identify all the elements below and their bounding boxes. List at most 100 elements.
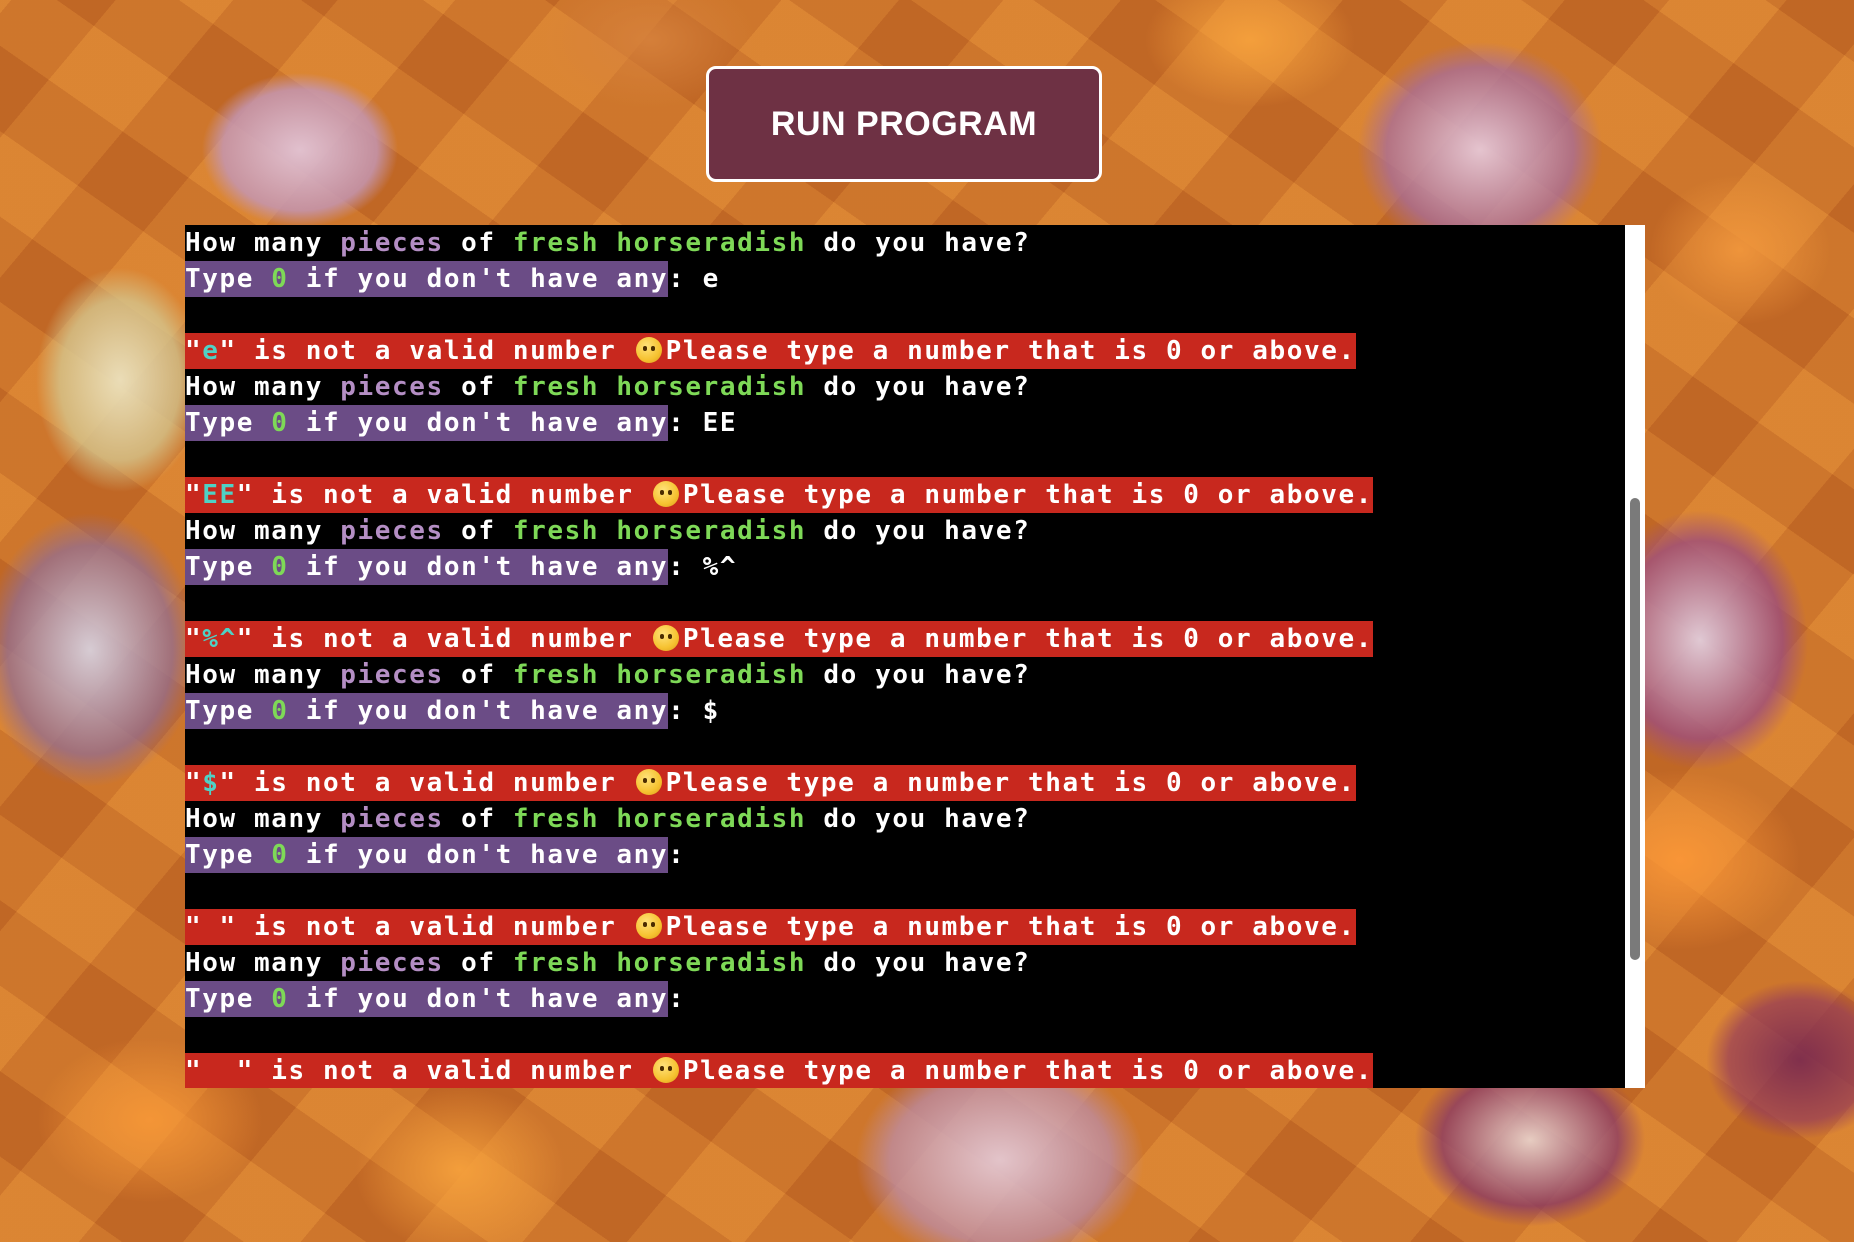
error-input-value: %^ [202,624,237,654]
prompt-rest: if you don't have any [288,552,669,582]
question-pieces: pieces [340,516,444,546]
question-text-2: of [443,948,513,978]
error-line: "$" is not a valid number Please type a … [185,765,1625,801]
question-fresh-horseradish: fresh horseradish [512,372,807,402]
question-text-1: How many [185,660,341,690]
question-text-2: of [443,660,513,690]
error-please-text: Please type a number that is 0 or above. [682,624,1374,654]
user-input: $ [702,696,720,726]
error-input-value: EE [202,480,237,510]
prompt-type-word: Type [185,408,272,438]
question-line: How many pieces of fresh horseradish do … [185,513,1625,549]
question-text-2: of [443,516,513,546]
prompt-type-word: Type [185,984,272,1014]
scrollbar-thumb[interactable] [1630,498,1640,960]
prompt-zero: 0 [271,264,289,294]
question-pieces: pieces [340,228,444,258]
prompt-line: Type 0 if you don't have any: [185,981,1625,1017]
prompt-colon: : [668,696,686,726]
question-pieces: pieces [340,804,444,834]
question-fresh-horseradish: fresh horseradish [512,660,807,690]
question-pieces: pieces [340,660,444,690]
prompt-colon: : [668,408,686,438]
question-text-1: How many [185,372,341,402]
thinking-face-icon [635,769,662,795]
question-text-2: of [443,228,513,258]
prompt-colon: : [668,552,686,582]
prompt-rest: if you don't have any [288,984,669,1014]
question-pieces: pieces [340,948,444,978]
error-input-value: $ [202,768,220,798]
question-text-3: do you have? [806,804,1031,834]
prompt-rest: if you don't have any [288,264,669,294]
prompt-line: Type 0 if you don't have any: %^ [185,549,1625,585]
question-fresh-horseradish: fresh horseradish [512,804,807,834]
user-input: EE [702,408,738,438]
error-please-text: Please type a number that is 0 or above. [682,1056,1374,1086]
question-line: How many pieces of fresh horseradish do … [185,225,1625,261]
question-line: How many pieces of fresh horseradish do … [185,657,1625,693]
run-program-button[interactable]: RUN PROGRAM [706,66,1102,182]
prompt-line: Type 0 if you don't have any: $ [185,693,1625,729]
terminal-output: How many pieces of fresh horseradish do … [185,225,1625,1088]
prompt-colon: : [668,264,686,294]
terminal-scrollbar[interactable] [1625,225,1645,1088]
thinking-face-icon [652,625,679,651]
question-text-1: How many [185,516,341,546]
error-line: " " is not a valid number Please type a … [185,909,1625,945]
question-line: How many pieces of fresh horseradish do … [185,945,1625,981]
question-text-2: of [443,372,513,402]
terminal[interactable]: How many pieces of fresh horseradish do … [185,225,1645,1088]
question-fresh-horseradish: fresh horseradish [512,228,807,258]
prompt-zero: 0 [271,408,289,438]
error-input-value [202,1056,237,1086]
user-input: e [702,264,720,294]
error-input-value: e [202,336,220,366]
error-please-text: Please type a number that is 0 or above. [665,336,1356,366]
error-not-valid-text: " is not a valid number [219,336,634,366]
question-text-1: How many [185,804,341,834]
user-input: %^ [702,552,738,582]
question-text-3: do you have? [806,660,1031,690]
question-pieces: pieces [340,372,444,402]
question-text-3: do you have? [806,516,1031,546]
prompt-type-word: Type [185,264,272,294]
prompt-type-word: Type [185,840,272,870]
prompt-rest: if you don't have any [288,840,669,870]
error-please-text: Please type a number that is 0 or above. [665,912,1356,942]
error-line: " " is not a valid number Please type a … [185,1053,1625,1088]
question-line: How many pieces of fresh horseradish do … [185,801,1625,837]
error-not-valid-text: " is not a valid number [219,768,634,798]
error-please-text: Please type a number that is 0 or above. [665,768,1356,798]
prompt-line: Type 0 if you don't have any: EE [185,405,1625,441]
question-text-3: do you have? [806,228,1031,258]
thinking-face-icon [652,1057,679,1083]
question-line: How many pieces of fresh horseradish do … [185,369,1625,405]
prompt-type-word: Type [185,696,272,726]
prompt-zero: 0 [271,840,289,870]
question-text-1: How many [185,948,341,978]
prompt-zero: 0 [271,552,289,582]
error-not-valid-text: " is not a valid number [236,480,651,510]
prompt-type-word: Type [185,552,272,582]
prompt-rest: if you don't have any [288,408,669,438]
error-input-value [202,912,219,942]
question-fresh-horseradish: fresh horseradish [512,516,807,546]
prompt-colon: : [668,984,686,1014]
prompt-zero: 0 [271,984,289,1014]
user-input [703,837,720,873]
error-line: "%^" is not a valid number Please type a… [185,621,1625,657]
question-text-1: How many [185,228,341,258]
prompt-colon: : [668,840,686,870]
question-fresh-horseradish: fresh horseradish [512,948,807,978]
error-not-valid-text: " is not a valid number [236,624,651,654]
error-not-valid-text: " is not a valid number [236,1056,651,1086]
question-text-2: of [443,804,513,834]
error-line: "EE" is not a valid number Please type a… [185,477,1625,513]
